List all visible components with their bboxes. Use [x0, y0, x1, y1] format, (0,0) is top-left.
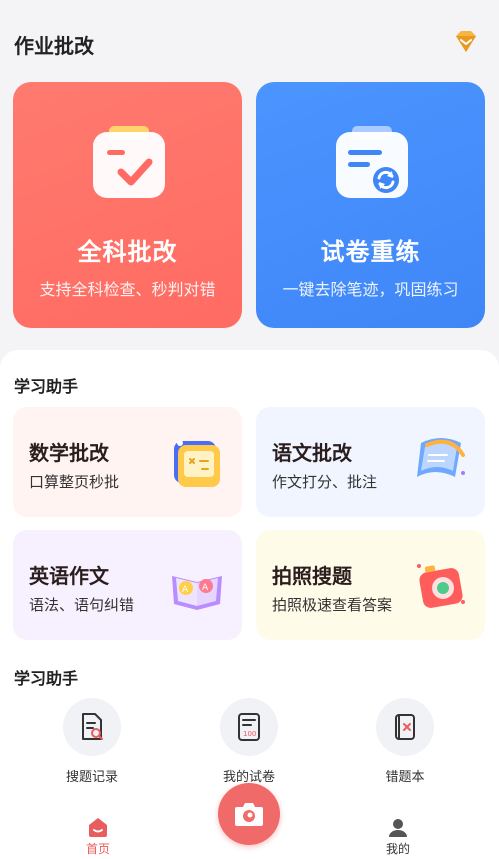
check-paper-icon	[89, 124, 169, 204]
section-title-assistant: 学习助手	[14, 377, 79, 396]
camera-search-icon	[411, 556, 469, 614]
tool-label: 英语作文	[29, 564, 109, 588]
tab-mine[interactable]: 我的	[368, 816, 428, 857]
svg-text:100: 100	[243, 730, 256, 738]
wrong-book-icon	[376, 698, 434, 756]
tool-label: 拍照搜题	[272, 564, 352, 588]
tool-label: 数学批改	[29, 441, 109, 465]
search-record-icon	[63, 698, 121, 756]
math-grading-tool[interactable]: 数学批改 口算整页秒批	[13, 407, 242, 517]
search-record-button[interactable]: 搜题记录	[42, 698, 142, 785]
card-subtitle: 支持全科检查、秒判对错	[39, 280, 216, 299]
section-title-assistant-2: 学习助手	[14, 669, 79, 688]
scroll-icon	[411, 433, 469, 491]
exam-paper-icon: 100	[220, 698, 278, 756]
camera-capture-button[interactable]	[218, 783, 280, 845]
svg-text:A: A	[182, 585, 189, 595]
wrong-question-book-button[interactable]: 错题本	[355, 698, 455, 785]
exam-repractice-card[interactable]: 试卷重练 一键去除笔迹，巩固练习	[256, 82, 485, 328]
chinese-grading-tool[interactable]: 语文批改 作文打分、批注	[256, 407, 485, 517]
tool-subtitle: 口算整页秒批	[29, 473, 120, 491]
tool-subtitle: 语法、语句纠错	[29, 596, 135, 614]
card-label: 全科批改	[77, 238, 178, 266]
photo-search-tool[interactable]: 拍照搜题 拍照极速查看答案	[256, 530, 485, 640]
tool-subtitle: 作文打分、批注	[272, 473, 378, 491]
card-label: 试卷重练	[320, 238, 421, 266]
header: 作业批改	[0, 0, 499, 80]
refresh-paper-icon	[332, 124, 412, 204]
tool-label: 语文批改	[272, 441, 352, 465]
page-title: 作业批改	[14, 34, 94, 58]
my-exam-papers-button[interactable]: 100 我的试卷	[199, 698, 299, 785]
quick-label: 搜题记录	[65, 770, 118, 785]
tool-subtitle: 拍照极速查看答案	[272, 596, 393, 614]
english-essay-tool[interactable]: 英语作文 语法、语句纠错 A A	[13, 530, 242, 640]
tab-home-label: 首页	[85, 842, 110, 856]
user-icon	[389, 819, 407, 837]
quick-label: 错题本	[385, 770, 425, 785]
full-subject-grading-card[interactable]: 全科批改 支持全科检查、秒判对错	[13, 82, 242, 328]
diamond-icon[interactable]	[452, 30, 480, 54]
calculator-icon	[168, 433, 226, 491]
tab-mine-label: 我的	[385, 842, 410, 856]
open-book-icon: A A	[168, 556, 226, 614]
camera-icon	[235, 803, 263, 826]
card-subtitle: 一键去除笔迹，巩固练习	[282, 280, 459, 299]
home-icon	[89, 818, 107, 837]
svg-text:A: A	[202, 583, 209, 593]
tab-home[interactable]: 首页	[68, 816, 128, 857]
